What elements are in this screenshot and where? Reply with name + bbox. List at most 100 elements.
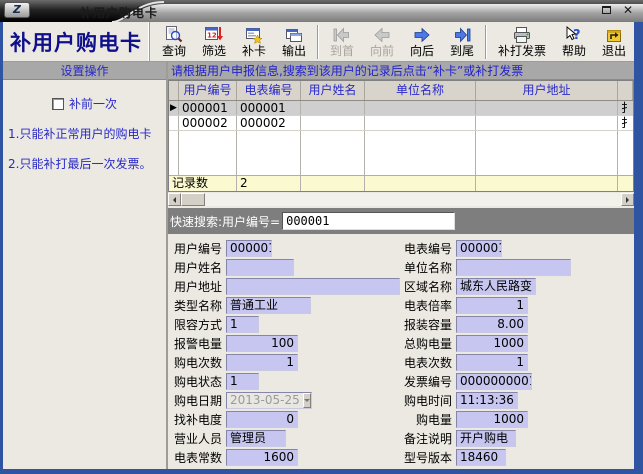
- toolbar-button-filter[interactable]: 12 筛选: [194, 23, 234, 61]
- exit-icon: [605, 26, 623, 45]
- scrollbar-track[interactable]: [205, 193, 621, 206]
- record-count-value: 2: [237, 176, 301, 191]
- toolbar-button-nav-last[interactable]: 到尾: [442, 23, 482, 61]
- field-meter-count: 电表次数1: [400, 353, 571, 372]
- toolbar-button-nav-next[interactable]: 向后: [402, 23, 442, 61]
- field-purchase-status: 购电状态1: [170, 372, 400, 391]
- toolbar-button-label: 补卡: [242, 45, 266, 58]
- cell-user-name[interactable]: [301, 116, 365, 130]
- field-operator: 营业人员管理员: [170, 429, 400, 448]
- table-row[interactable]: 000002 000002 扌: [169, 116, 633, 131]
- cell-user-address[interactable]: [476, 101, 618, 115]
- column-header-user-id[interactable]: 用户编号: [179, 81, 237, 100]
- svg-text:12: 12: [207, 32, 217, 40]
- cell-meter-id[interactable]: 000001: [237, 101, 301, 115]
- row-selector: [169, 116, 179, 130]
- field-type-name: 类型名称普通工业: [170, 296, 400, 315]
- help-icon: ?: [565, 26, 583, 45]
- toolbar-button-reprint-invoice[interactable]: 补打发票: [490, 23, 554, 61]
- date-dropdown-button[interactable]: [303, 393, 311, 408]
- nav-last-icon: [453, 26, 471, 45]
- field-meter-id: 电表编号000001: [400, 239, 571, 258]
- quick-search-input[interactable]: [282, 212, 455, 230]
- toolbar-button-nav-prev[interactable]: 向前: [362, 23, 402, 61]
- toolbar-button-label: 向后: [410, 45, 434, 58]
- svg-text:?: ?: [573, 28, 581, 43]
- field-meter-ratio: 电表倍率1: [400, 296, 571, 315]
- column-header-clipped: [618, 81, 633, 100]
- toolbar-button-card-replace[interactable]: 补卡: [234, 23, 274, 61]
- titlebar: Z 补用户购电卡 ✕: [0, 0, 643, 22]
- maximize-icon: [602, 6, 611, 14]
- detail-form: 用户编号000001 用户姓名 用户地址 类型名称普通工业 限容方式1 报警电量…: [168, 234, 634, 469]
- field-total-purchased-energy: 总购电量1000: [400, 334, 571, 353]
- toolbar-button-query[interactable]: 查询: [154, 23, 194, 61]
- scroll-right-button[interactable]: [621, 193, 634, 206]
- checkbox-label: 补前一次: [69, 95, 117, 112]
- column-header-meter-id[interactable]: 电表编号: [237, 81, 301, 100]
- quick-search-bar: 快速搜索:用户编号=: [168, 208, 634, 234]
- page-title-panel: 补用户购电卡: [3, 22, 150, 61]
- field-meter-constant: 电表常数1600: [170, 448, 400, 467]
- row-selector-header: [169, 81, 179, 100]
- field-invoice-number: 发票编号0000000001: [400, 372, 571, 391]
- toolbar-button-help[interactable]: ? 帮助: [554, 23, 594, 61]
- app-window: Z 补用户购电卡 ✕ 补用户购电卡 查询 12 筛选: [0, 0, 643, 474]
- reprint-invoice-icon: [513, 26, 531, 45]
- filter-icon: 12: [205, 26, 223, 45]
- settings-sidebar: 设置操作 补前一次 1.只能补正常用户的购电卡 2.只能补打最后一次发票。: [3, 62, 168, 469]
- column-header-unit-name[interactable]: 单位名称: [365, 81, 476, 100]
- nav-next-icon: [413, 26, 431, 45]
- export-icon: [285, 26, 303, 45]
- record-count-row: 记录数 2: [169, 175, 633, 191]
- search-icon: [165, 26, 183, 45]
- horizontal-scrollbar[interactable]: [168, 193, 634, 206]
- maximize-button[interactable]: [600, 4, 613, 16]
- toolbar-button-label: 到首: [330, 45, 354, 58]
- field-purchase-count: 购电次数1: [170, 353, 400, 372]
- cell-clipped: 扌: [618, 101, 633, 115]
- chevron-down-icon: [304, 399, 310, 405]
- cell-unit-name[interactable]: [365, 101, 476, 115]
- current-row-marker-icon: ▶: [170, 101, 177, 115]
- field-area-name: 区域名称城东人民路变: [400, 277, 571, 296]
- toolbar-button-nav-first[interactable]: 到首: [322, 23, 362, 61]
- table-row[interactable]: ▶ 000001 000001 扌: [169, 101, 633, 116]
- page-title: 补用户购电卡: [10, 27, 142, 57]
- grid-header-row: 用户编号 电表编号 用户姓名 单位名称 用户地址: [169, 81, 633, 101]
- sidebar-note-1: 1.只能补正常用户的购电卡: [3, 127, 166, 142]
- scroll-left-icon: [170, 197, 176, 203]
- sidebar-note-2: 2.只能补打最后一次发票。: [3, 157, 166, 172]
- user-records-grid: 用户编号 电表编号 用户姓名 单位名称 用户地址 ▶ 000001 000001…: [168, 80, 634, 192]
- column-header-user-address[interactable]: 用户地址: [476, 81, 618, 100]
- scroll-left-button[interactable]: [168, 193, 181, 206]
- cell-user-name[interactable]: [301, 101, 365, 115]
- record-count-label: 记录数: [169, 176, 237, 191]
- field-purchase-energy: 购电量1000: [400, 410, 571, 429]
- main-panel: 请根据用户申报信息,搜索到该用户的记录后点击“补卡”或补打发票 用户编号 电表编…: [168, 62, 634, 469]
- column-header-user-name[interactable]: 用户姓名: [301, 81, 365, 100]
- replenish-previous-checkbox-row[interactable]: 补前一次: [3, 95, 166, 112]
- cell-unit-name[interactable]: [365, 116, 476, 130]
- field-model-version: 型号版本18460: [400, 448, 571, 467]
- cell-meter-id[interactable]: 000002: [237, 116, 301, 130]
- scroll-right-icon: [626, 197, 632, 203]
- field-remark: 备注说明开户购电: [400, 429, 571, 448]
- toolbar-button-export[interactable]: 输出: [274, 23, 314, 61]
- toolbar-separator: [317, 25, 319, 59]
- grid-empty-area: [169, 131, 633, 175]
- field-alarm-energy: 报警电量100: [170, 334, 400, 353]
- toolbar-button-exit[interactable]: 退出: [594, 23, 634, 61]
- toolbar-button-label: 筛选: [202, 45, 226, 58]
- close-button[interactable]: ✕: [623, 4, 633, 16]
- toolbar-button-label: 到尾: [450, 45, 474, 58]
- cell-user-address[interactable]: [476, 116, 618, 130]
- field-unit-name: 单位名称: [400, 258, 571, 277]
- checkbox-unchecked-icon[interactable]: [52, 98, 64, 110]
- toolbar-button-label: 退出: [602, 45, 626, 58]
- cell-clipped: 扌: [618, 116, 633, 130]
- app-logo-icon: Z: [4, 2, 30, 18]
- cell-user-id[interactable]: 000002: [179, 116, 237, 130]
- cell-user-id[interactable]: 000001: [179, 101, 237, 115]
- scrollbar-thumb[interactable]: [181, 193, 205, 206]
